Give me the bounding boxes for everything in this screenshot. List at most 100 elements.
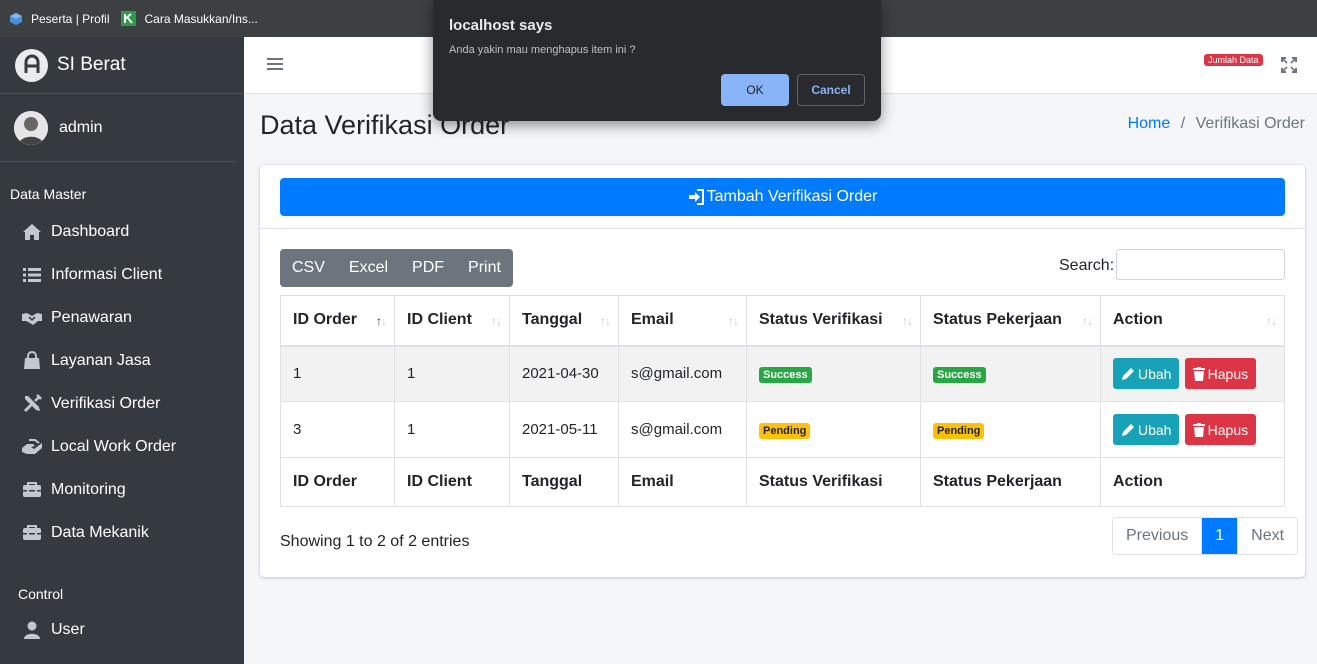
column-header-id-order[interactable]: ID Order ↑↓ — [280, 295, 395, 347]
cell-id-client: 1 — [394, 401, 510, 458]
cell-email: s@gmail.com — [618, 401, 747, 458]
sidebar-item-penawaran[interactable]: Penawaran — [0, 296, 244, 339]
cell-email: s@gmail.com — [618, 345, 747, 402]
status-badge: Pending — [933, 422, 985, 439]
sidebar-item-user[interactable]: User — [0, 608, 244, 651]
sort-icon: ↑↓ — [902, 314, 913, 328]
pagination-page-1[interactable]: 1 — [1201, 518, 1238, 554]
sidebar-item-layanan-jasa[interactable]: Layanan Jasa — [0, 339, 244, 382]
print-button[interactable]: Print — [456, 249, 513, 287]
cell-status-verifikasi: Success — [746, 345, 921, 402]
footer-id-client: ID Client — [394, 457, 510, 507]
csv-button[interactable]: CSV — [280, 249, 337, 287]
status-badge: Pending — [759, 422, 811, 439]
column-label: Status Verifikasi — [759, 311, 883, 329]
pdf-button[interactable]: PDF — [400, 249, 456, 287]
excel-button[interactable]: Excel — [337, 249, 400, 287]
edit-button[interactable]: Ubah — [1113, 358, 1180, 390]
card-header: Tambah Verifikasi Order — [260, 165, 1305, 229]
breadcrumb-current: Verifikasi Order — [1195, 115, 1305, 132]
trash-icon — [1192, 422, 1205, 437]
sidebar-item-label: Penawaran — [51, 308, 132, 326]
footer-tanggal: Tanggal — [509, 457, 619, 507]
column-header-tanggal[interactable]: Tanggal ↑↓ — [509, 295, 619, 347]
user-panel[interactable]: admin — [0, 94, 236, 162]
sidebar-item-label: Data Mekanik — [51, 523, 149, 541]
cell-id-client: 1 — [394, 345, 510, 402]
dialog-message: Anda yakin mau menghapus item ini ? — [449, 44, 636, 56]
cell-action: Ubah Hapus — [1100, 401, 1285, 458]
cell-tanggal: 2021-04-30 — [509, 345, 619, 402]
fullscreen-icon[interactable] — [1281, 57, 1297, 73]
sidebar-item-data-mekanik[interactable]: Data Mekanik — [0, 511, 244, 554]
sort-icon: ↑↓ — [1082, 314, 1093, 328]
column-header-status-verifikasi[interactable]: Status Verifikasi ↑↓ — [746, 295, 921, 347]
export-buttons: CSV Excel PDF Print — [280, 249, 513, 287]
sort-icon: ↑↓ — [728, 314, 739, 328]
verifikasi-order-table: ID Order ↑↓ ID Client ↑↓ Tanggal ↑↓ Email ↑↓… — [280, 295, 1285, 507]
nav-header-control: Control — [18, 586, 64, 602]
footer-email: Email — [618, 457, 747, 507]
cell-status-pekerjaan: Success — [920, 345, 1101, 402]
pagination-previous[interactable]: Previous — [1113, 518, 1202, 554]
sidebar-item-monitoring[interactable]: Monitoring — [0, 468, 244, 511]
table-header-row: ID Order ↑↓ ID Client ↑↓ Tanggal ↑↓ Email ↑↓… — [280, 295, 1285, 347]
menu-toggle-icon[interactable] — [267, 57, 283, 71]
edit-button[interactable]: Ubah — [1113, 414, 1180, 445]
dialog-cancel-button[interactable]: Cancel — [797, 74, 865, 106]
column-header-status-pekerjaan[interactable]: Status Pekerjaan ↑↓ — [920, 295, 1101, 347]
sort-icon: ↑↓ — [1266, 314, 1277, 328]
sidebar-item-label: Dashboard — [51, 222, 130, 240]
k-logo-icon — [121, 11, 137, 26]
search-input[interactable] — [1116, 249, 1285, 280]
handshake-icon — [21, 308, 43, 328]
sidebar-item-label: Local Work Order — [51, 437, 177, 455]
bookmark-label: Peserta | Profil — [31, 11, 110, 26]
table-row: 3 1 2021-05-11 s@gmail.com Pending Pendi… — [280, 401, 1285, 458]
column-label: Status Pekerjaan — [933, 311, 1062, 329]
column-header-email[interactable]: Email ↑↓ — [618, 295, 747, 347]
sidebar-item-verifikasi-order[interactable]: Verifikasi Order — [0, 382, 244, 425]
brand-link[interactable]: SI Berat — [0, 37, 244, 94]
home-icon — [21, 222, 43, 242]
confirm-dialog: localhost says Anda yakin mau menghapus … — [433, 0, 881, 121]
add-button-label: Tambah Verifikasi Order — [706, 188, 878, 205]
search-label: Search: — [1059, 257, 1115, 274]
pagination-next[interactable]: Next — [1237, 518, 1298, 554]
column-header-id-client[interactable]: ID Client ↑↓ — [394, 295, 510, 347]
bookmark-cara-masukkan[interactable]: Cara Masukkan/Ins... — [121, 11, 258, 26]
sidebar: SI Berat admin Data Master Dashboard Inf… — [0, 37, 244, 664]
user-icon — [21, 620, 43, 640]
column-label: ID Client — [407, 311, 472, 329]
footer-status-pekerjaan: Status Pekerjaan — [920, 457, 1101, 507]
cell-status-verifikasi: Pending — [746, 401, 921, 458]
column-label: Action — [1113, 311, 1163, 329]
pagination: Previous 1 Next — [1112, 517, 1299, 555]
dialog-ok-button[interactable]: OK — [721, 74, 789, 106]
brand-logo-icon — [15, 48, 48, 82]
sidebar-item-dashboard[interactable]: Dashboard — [0, 210, 244, 253]
bookmark-peserta[interactable]: Peserta | Profil — [8, 11, 109, 26]
status-badge: Success — [759, 366, 812, 383]
dialog-title: localhost says — [449, 17, 553, 34]
sidebar-item-informasi-client[interactable]: Informasi Client — [0, 253, 244, 296]
hands-helping-icon — [21, 437, 43, 457]
breadcrumb-home[interactable]: Home — [1128, 115, 1171, 132]
toolbox-icon — [21, 523, 43, 543]
shopping-bag-icon — [21, 351, 43, 371]
bookmark-label: Cara Masukkan/Ins... — [144, 11, 258, 26]
footer-id-order: ID Order — [280, 457, 395, 507]
delete-button[interactable]: Hapus — [1184, 414, 1257, 445]
user-name: admin — [59, 118, 103, 136]
notification-badge[interactable]: Jumlah Data — [1204, 54, 1263, 66]
footer-status-verifikasi: Status Verifikasi — [746, 457, 921, 507]
sidebar-item-local-work-order[interactable]: Local Work Order — [0, 425, 244, 468]
sign-in-icon — [688, 189, 704, 205]
brand-text: SI Berat — [57, 54, 126, 75]
cell-tanggal: 2021-05-11 — [509, 401, 619, 458]
sidebar-item-label: Informasi Client — [51, 265, 163, 283]
add-verifikasi-order-button[interactable]: Tambah Verifikasi Order — [280, 178, 1285, 216]
pencil-icon — [1121, 367, 1135, 381]
delete-button[interactable]: Hapus — [1184, 358, 1257, 390]
column-header-action[interactable]: Action ↑↓ — [1100, 295, 1285, 347]
